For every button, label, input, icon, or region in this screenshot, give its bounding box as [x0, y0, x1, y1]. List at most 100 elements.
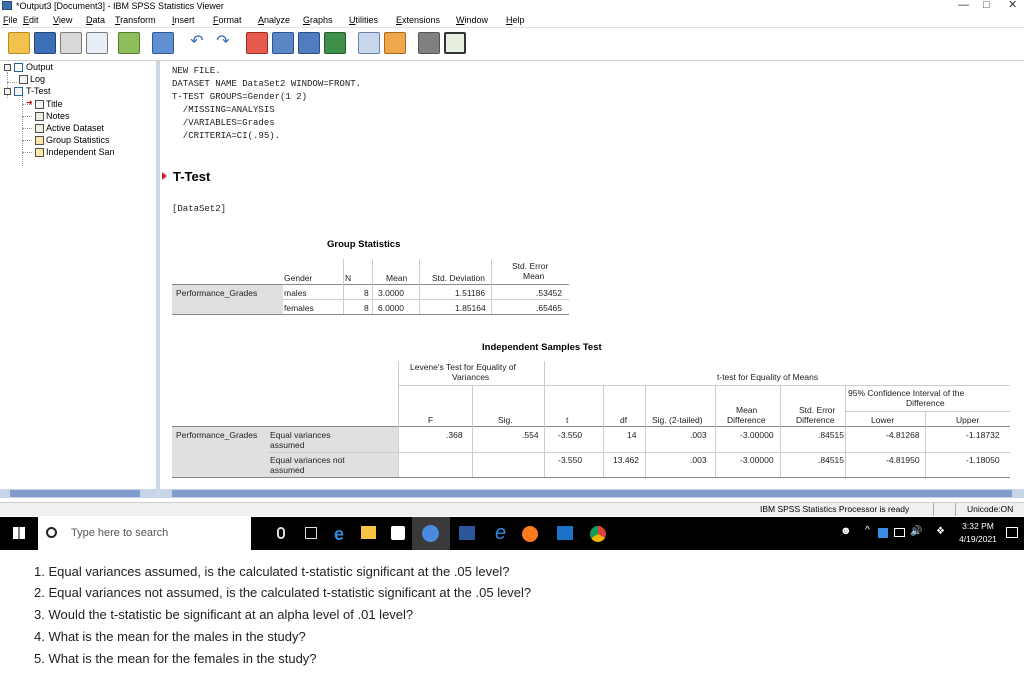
- table-rule: [925, 411, 926, 477]
- outlook-icon[interactable]: [557, 526, 573, 540]
- scrollbar-thumb[interactable]: [10, 490, 140, 497]
- minimize-button[interactable]: —: [958, 0, 969, 12]
- table-rule: [603, 385, 604, 477]
- outline-item-title[interactable]: Title: [46, 99, 63, 110]
- menu-view[interactable]: View: [53, 14, 72, 26]
- menu-window[interactable]: Window: [456, 14, 488, 26]
- task-view-icon[interactable]: [305, 527, 317, 539]
- network-icon[interactable]: [894, 528, 905, 537]
- menu-analyze[interactable]: Analyze: [258, 14, 290, 26]
- menu-transform[interactable]: Transform: [115, 14, 156, 26]
- maximize-button[interactable]: □: [983, 0, 990, 12]
- taskbar-search-box[interactable]: Type here to search: [38, 517, 251, 550]
- syntax-line: DATASET NAME DataSet2 WINDOW=FRONT.: [172, 79, 362, 89]
- goto-data-icon[interactable]: [246, 32, 268, 54]
- open-folder-icon[interactable]: [8, 32, 30, 54]
- collapse-toggle-icon[interactable]: [4, 88, 11, 95]
- outline-item-log[interactable]: Log: [30, 74, 45, 85]
- defender-icon[interactable]: [878, 528, 888, 538]
- redo-icon[interactable]: ↷: [212, 32, 234, 54]
- menu-data[interactable]: Data: [86, 14, 105, 26]
- group-statistics-icon: [35, 136, 44, 145]
- output-content-pane: NEW FILE. DATASET NAME DataSet2 WINDOW=F…: [160, 61, 1024, 489]
- table-rule: [544, 361, 545, 477]
- clock-time[interactable]: 3:32 PM: [954, 521, 1002, 531]
- table-rule: [845, 411, 1010, 412]
- print-icon[interactable]: [60, 32, 82, 54]
- word-icon[interactable]: [459, 526, 475, 540]
- dropbox-icon[interactable]: ❖: [936, 526, 945, 537]
- menu-edit[interactable]: Edit: [23, 14, 39, 26]
- hide-icon[interactable]: [384, 32, 406, 54]
- collapse-toggle-icon[interactable]: [4, 64, 11, 71]
- table-rule: [372, 259, 373, 314]
- menu-file[interactable]: File: [3, 14, 18, 26]
- window-title: *Output3 [Document3] - IBM SPSS Statisti…: [16, 1, 224, 11]
- outline-item-independent-samples[interactable]: Independent San: [46, 147, 115, 158]
- menu-graphs[interactable]: Graphs: [303, 14, 333, 26]
- firefox-icon[interactable]: [522, 526, 538, 542]
- insert-output-icon[interactable]: [324, 32, 346, 54]
- table-rule: [172, 314, 569, 315]
- cell-ci-upper: -1.18732: [966, 430, 1000, 440]
- cell-gender: males: [284, 288, 307, 298]
- volume-icon[interactable]: 🔊: [910, 526, 922, 537]
- save-icon[interactable]: [34, 32, 56, 54]
- cell-gender: females: [284, 303, 314, 313]
- people-icon[interactable]: ☻: [840, 525, 852, 537]
- cell-t: -3.550: [558, 430, 583, 440]
- processor-status: IBM SPSS Statistics Processor is ready: [760, 504, 910, 514]
- col-header-n: N: [345, 273, 352, 283]
- chrome-icon[interactable]: [590, 526, 606, 542]
- scrollbar-thumb[interactable]: [172, 490, 1012, 497]
- outline-item-group-statistics[interactable]: Group Statistics: [46, 135, 110, 146]
- cell-mean: 3.0000: [378, 288, 404, 298]
- menu-help[interactable]: Help: [506, 14, 525, 26]
- spss-taskbar-button[interactable]: [412, 517, 450, 550]
- col-header-std-deviation: Std. Deviation: [432, 273, 485, 283]
- undo-icon[interactable]: ↶: [186, 32, 208, 54]
- cell-mean-difference: -3.00000: [740, 430, 774, 440]
- outline-item-output[interactable]: Output: [26, 62, 53, 73]
- designate-window-icon[interactable]: [418, 32, 440, 54]
- menu-insert[interactable]: Insert: [172, 14, 195, 26]
- edge-browser-icon[interactable]: e: [334, 524, 344, 545]
- run-selection-icon[interactable]: [444, 32, 466, 54]
- cell-ci-upper: -1.18050: [966, 455, 1000, 465]
- store-icon[interactable]: [391, 526, 405, 540]
- table-rule: [172, 426, 1010, 427]
- file-explorer-icon[interactable]: [361, 526, 376, 539]
- export-icon[interactable]: [118, 32, 140, 54]
- system-tray-chevron-icon[interactable]: ^: [865, 525, 870, 536]
- menu-format[interactable]: Format: [213, 14, 242, 26]
- outline-item-notes[interactable]: Notes: [46, 111, 70, 122]
- print-preview-icon[interactable]: [86, 32, 108, 54]
- clock-date[interactable]: 4/19/2021: [954, 534, 1002, 544]
- menu-extensions[interactable]: Extensions: [396, 14, 440, 26]
- table-rule: [283, 284, 569, 285]
- section-title[interactable]: T-Test: [173, 169, 210, 184]
- col-header-t: t: [566, 415, 569, 425]
- table-rule: [845, 385, 846, 477]
- variables-icon[interactable]: [298, 32, 320, 54]
- col-header-sig: Sig.: [498, 415, 513, 425]
- show-all-icon[interactable]: [358, 32, 380, 54]
- microphone-icon[interactable]: [277, 527, 285, 539]
- content-horizontal-scrollbar[interactable]: [160, 489, 1024, 498]
- goto-case-icon[interactable]: [272, 32, 294, 54]
- recall-dialog-icon[interactable]: [152, 32, 174, 54]
- ttest-header: t-test for Equality of Means: [717, 372, 819, 382]
- close-button[interactable]: ✕: [1008, 0, 1017, 12]
- internet-explorer-icon[interactable]: e: [495, 522, 506, 545]
- outline-item-ttest[interactable]: T-Test: [26, 86, 51, 97]
- menu-utilities[interactable]: Utilities: [349, 14, 378, 26]
- syntax-line: NEW FILE.: [172, 66, 221, 76]
- col-header-upper: Upper: [956, 415, 980, 425]
- windows-start-icon[interactable]: [13, 527, 25, 539]
- outline-horizontal-scrollbar[interactable]: [0, 489, 156, 498]
- window-title-bar: *Output3 [Document3] - IBM SPSS Statisti…: [0, 0, 1024, 13]
- notifications-icon[interactable]: [1006, 527, 1018, 538]
- col-header-f: F: [428, 415, 434, 425]
- outline-item-active-dataset[interactable]: Active Dataset: [46, 123, 104, 134]
- dataset-label: [DataSet2]: [172, 204, 227, 214]
